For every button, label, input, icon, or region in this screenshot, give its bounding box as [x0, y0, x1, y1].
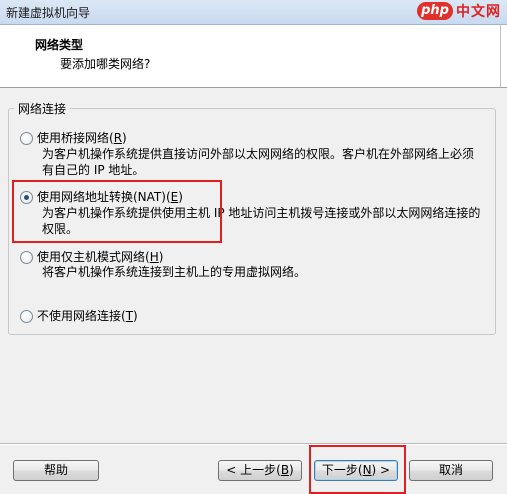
radio-bridged[interactable] — [20, 132, 33, 145]
window-title: 新建虚拟机向导 — [6, 6, 91, 20]
group-label: 网络连接 — [14, 100, 71, 117]
page-title: 网络类型 — [35, 38, 84, 52]
bridged-description: 为客户机操作系统提供直接访问外部以太网网络的权限。客户机在外部网络上必须有自己的… — [42, 147, 475, 177]
radio-hostonly[interactable] — [20, 251, 33, 264]
radio-none[interactable] — [20, 310, 33, 323]
watermark-badge: php — [417, 2, 453, 20]
radio-hostonly-label[interactable]: 使用仅主机模式网络(H) — [37, 248, 163, 265]
watermark-text: 中文网 — [456, 4, 501, 20]
header-divider — [500, 25, 501, 87]
wizard-header: 网络类型 要添加哪类网络? — [0, 25, 507, 88]
radio-nat-label[interactable]: 使用网络地址转换(NAT)(E) — [37, 188, 183, 205]
radio-nat[interactable] — [20, 191, 33, 204]
radio-none-label[interactable]: 不使用网络连接(T) — [37, 307, 138, 324]
php-watermark-logo: php 中文网 — [417, 1, 501, 21]
footer-divider-highlight — [0, 444, 507, 445]
radio-bridged-label[interactable]: 使用桥接网络(R) — [37, 129, 127, 146]
hostonly-description: 将客户机操作系统连接到主机上的专用虚拟网络。 — [42, 265, 307, 279]
back-button[interactable]: < 上一步(B) — [218, 460, 302, 481]
help-button[interactable]: 帮助 — [13, 460, 99, 481]
cancel-button[interactable]: 取消 — [409, 460, 493, 481]
title-bar: 新建虚拟机向导 php 中文网 — [0, 0, 507, 25]
next-button[interactable]: 下一步(N) > — [314, 460, 398, 481]
page-subtitle: 要添加哪类网络? — [60, 57, 151, 71]
nat-description: 为客户机操作系统提供使用主机 IP 地址访问主机拨号连接或外部以太网网络连接的权… — [42, 206, 481, 236]
